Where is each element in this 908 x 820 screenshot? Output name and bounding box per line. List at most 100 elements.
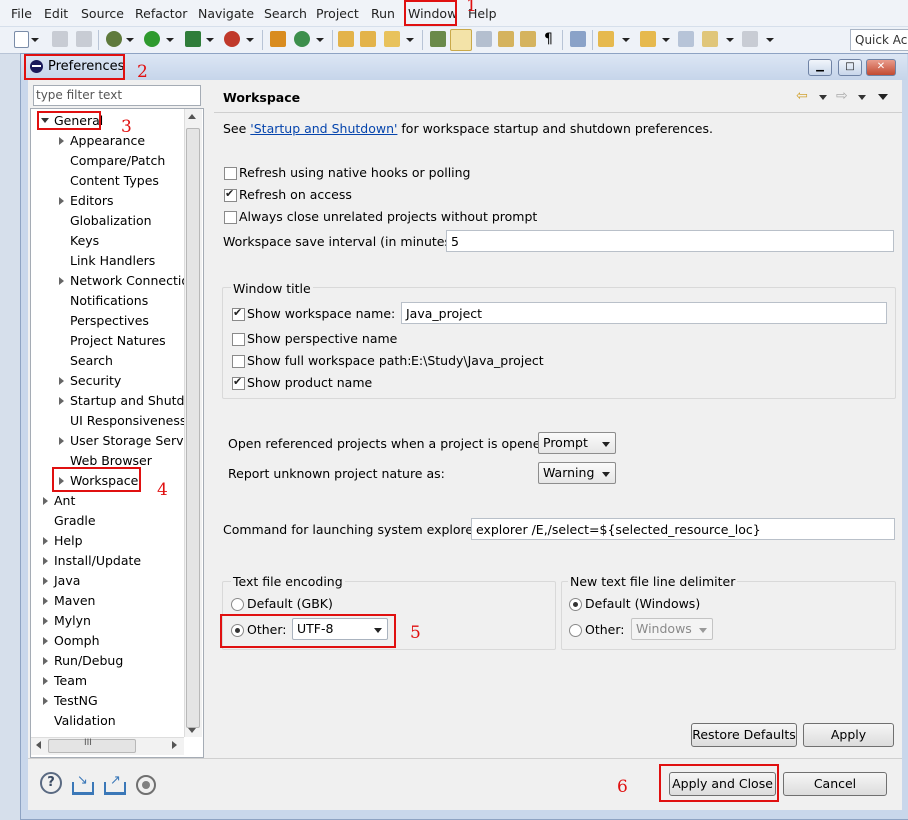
unknown-nature-select[interactable]: Warning (538, 462, 616, 484)
menu-source[interactable]: Source (81, 6, 124, 21)
show-workspace-name-checkbox[interactable] (232, 306, 245, 321)
new-file-icon[interactable] (14, 31, 29, 48)
tree-item-web-browser[interactable]: Web Browser (70, 453, 152, 468)
scroll-down-icon[interactable] (188, 728, 196, 733)
tree-hscroll-thumb[interactable] (48, 739, 136, 753)
view-menu-icon[interactable] (878, 94, 888, 100)
back-icon[interactable] (702, 31, 718, 47)
forward-nav-icon[interactable]: ⇨ (836, 89, 850, 103)
new-package-icon[interactable] (270, 31, 286, 47)
chevron-down-icon[interactable] (31, 38, 39, 42)
expand-icon[interactable] (59, 197, 64, 205)
encoding-default-radio[interactable] (231, 598, 244, 611)
help-icon[interactable]: ? (40, 772, 62, 794)
tree-item-globalization[interactable]: Globalization (70, 213, 152, 228)
word-wrap-icon[interactable] (520, 31, 536, 47)
chevron-down-icon[interactable] (662, 38, 670, 42)
apply-button[interactable]: Apply (803, 723, 894, 747)
tree-item-gradle[interactable]: Gradle (54, 513, 96, 528)
expand-icon[interactable] (43, 697, 48, 705)
tree-item-link-handlers[interactable]: Link Handlers (70, 253, 155, 268)
close-button[interactable]: ✕ (866, 59, 896, 76)
workspace-name-input[interactable]: Java_project (401, 302, 887, 324)
menu-refactor[interactable]: Refactor (135, 6, 187, 21)
tree-item-compare-patch[interactable]: Compare/Patch (70, 153, 165, 168)
show-full-path-checkbox[interactable] (232, 355, 245, 368)
coverage-icon[interactable] (185, 31, 201, 47)
save-interval-input[interactable]: 5 (446, 230, 894, 252)
last-edit-icon[interactable] (678, 31, 694, 47)
chevron-down-icon[interactable] (406, 38, 414, 42)
open-type-icon[interactable] (338, 31, 354, 47)
mark-occurrences-icon[interactable] (476, 31, 492, 47)
expand-icon[interactable] (43, 497, 48, 505)
chevron-down-icon[interactable] (206, 38, 214, 42)
filter-input[interactable]: type filter text (33, 85, 201, 106)
tree-item-install-update[interactable]: Install/Update (54, 553, 141, 568)
expand-icon[interactable] (59, 137, 64, 145)
open-referenced-select[interactable]: Prompt (538, 432, 616, 454)
run-icon[interactable] (144, 31, 160, 47)
tree-item-editors[interactable]: Editors (70, 193, 114, 208)
delimiter-select[interactable]: Windows (631, 618, 713, 640)
menu-edit[interactable]: Edit (44, 6, 68, 21)
expand-icon[interactable] (43, 537, 48, 545)
expand-icon[interactable] (59, 377, 64, 385)
chevron-down-icon[interactable] (726, 38, 734, 42)
tree-item-testng[interactable]: TestNG (54, 693, 98, 708)
show-product-checkbox[interactable] (232, 375, 245, 390)
menu-file[interactable]: File (11, 6, 32, 21)
refresh-native-checkbox[interactable] (224, 167, 237, 180)
tree-item-ant[interactable]: Ant (54, 493, 75, 508)
dialog-titlebar[interactable] (21, 54, 907, 80)
expand-icon[interactable] (59, 397, 64, 405)
tree-item-security[interactable]: Security (70, 373, 121, 388)
minimize-button[interactable]: ▁ (808, 59, 832, 76)
expand-icon[interactable] (43, 577, 48, 585)
restore-defaults-button[interactable]: Restore Defaults (691, 723, 797, 747)
chevron-down-icon[interactable] (126, 38, 134, 42)
tree-item-notifications[interactable]: Notifications (70, 293, 148, 308)
chevron-down-icon[interactable] (766, 38, 774, 42)
tree-item-help[interactable]: Help (54, 533, 83, 548)
chevron-down-icon[interactable] (819, 95, 827, 100)
next-annotation-icon[interactable] (598, 31, 614, 47)
tree-item-validation[interactable]: Validation (54, 713, 116, 728)
quick-access-field[interactable]: Quick Acc (850, 29, 908, 51)
expand-icon[interactable] (43, 637, 48, 645)
delimiter-other-radio[interactable] (569, 624, 582, 637)
tree-item-perspectives[interactable]: Perspectives (70, 313, 149, 328)
chevron-down-icon[interactable] (246, 38, 254, 42)
expand-icon[interactable] (59, 277, 64, 285)
save-icon[interactable] (52, 31, 68, 47)
tree-item-network-connections[interactable]: Network Connectio (70, 273, 189, 288)
chevron-down-icon[interactable] (858, 95, 866, 100)
annotation-icon[interactable] (430, 31, 446, 47)
expand-icon[interactable] (43, 677, 48, 685)
tree-item-project-natures[interactable]: Project Natures (70, 333, 166, 348)
expand-icon[interactable] (43, 557, 48, 565)
menu-run[interactable]: Run (371, 6, 395, 21)
always-close-checkbox[interactable] (224, 211, 237, 224)
tree-item-user-storage[interactable]: User Storage Servic (70, 433, 194, 448)
show-whitespace-icon[interactable]: ¶ (544, 31, 560, 47)
tree-item-maven[interactable]: Maven (54, 593, 95, 608)
tree-item-team[interactable]: Team (54, 673, 87, 688)
scroll-up-icon[interactable] (188, 114, 196, 119)
tree-item-search[interactable]: Search (70, 353, 113, 368)
new-class-icon[interactable] (294, 31, 310, 47)
tree-item-oomph[interactable]: Oomph (54, 633, 100, 648)
expand-icon[interactable] (43, 617, 48, 625)
menu-project[interactable]: Project (316, 6, 359, 21)
tree-item-mylyn[interactable]: Mylyn (54, 613, 91, 628)
search-icon[interactable] (384, 31, 400, 47)
debug-icon[interactable] (106, 31, 122, 47)
tree-item-appearance[interactable]: Appearance (70, 133, 145, 148)
menu-search[interactable]: Search (264, 6, 307, 21)
chevron-down-icon[interactable] (622, 38, 630, 42)
delimiter-default-radio[interactable] (569, 598, 582, 611)
cancel-button[interactable]: Cancel (783, 772, 887, 796)
show-perspective-checkbox[interactable] (232, 333, 245, 346)
open-folder-icon[interactable] (360, 31, 376, 47)
expand-icon[interactable] (43, 597, 48, 605)
